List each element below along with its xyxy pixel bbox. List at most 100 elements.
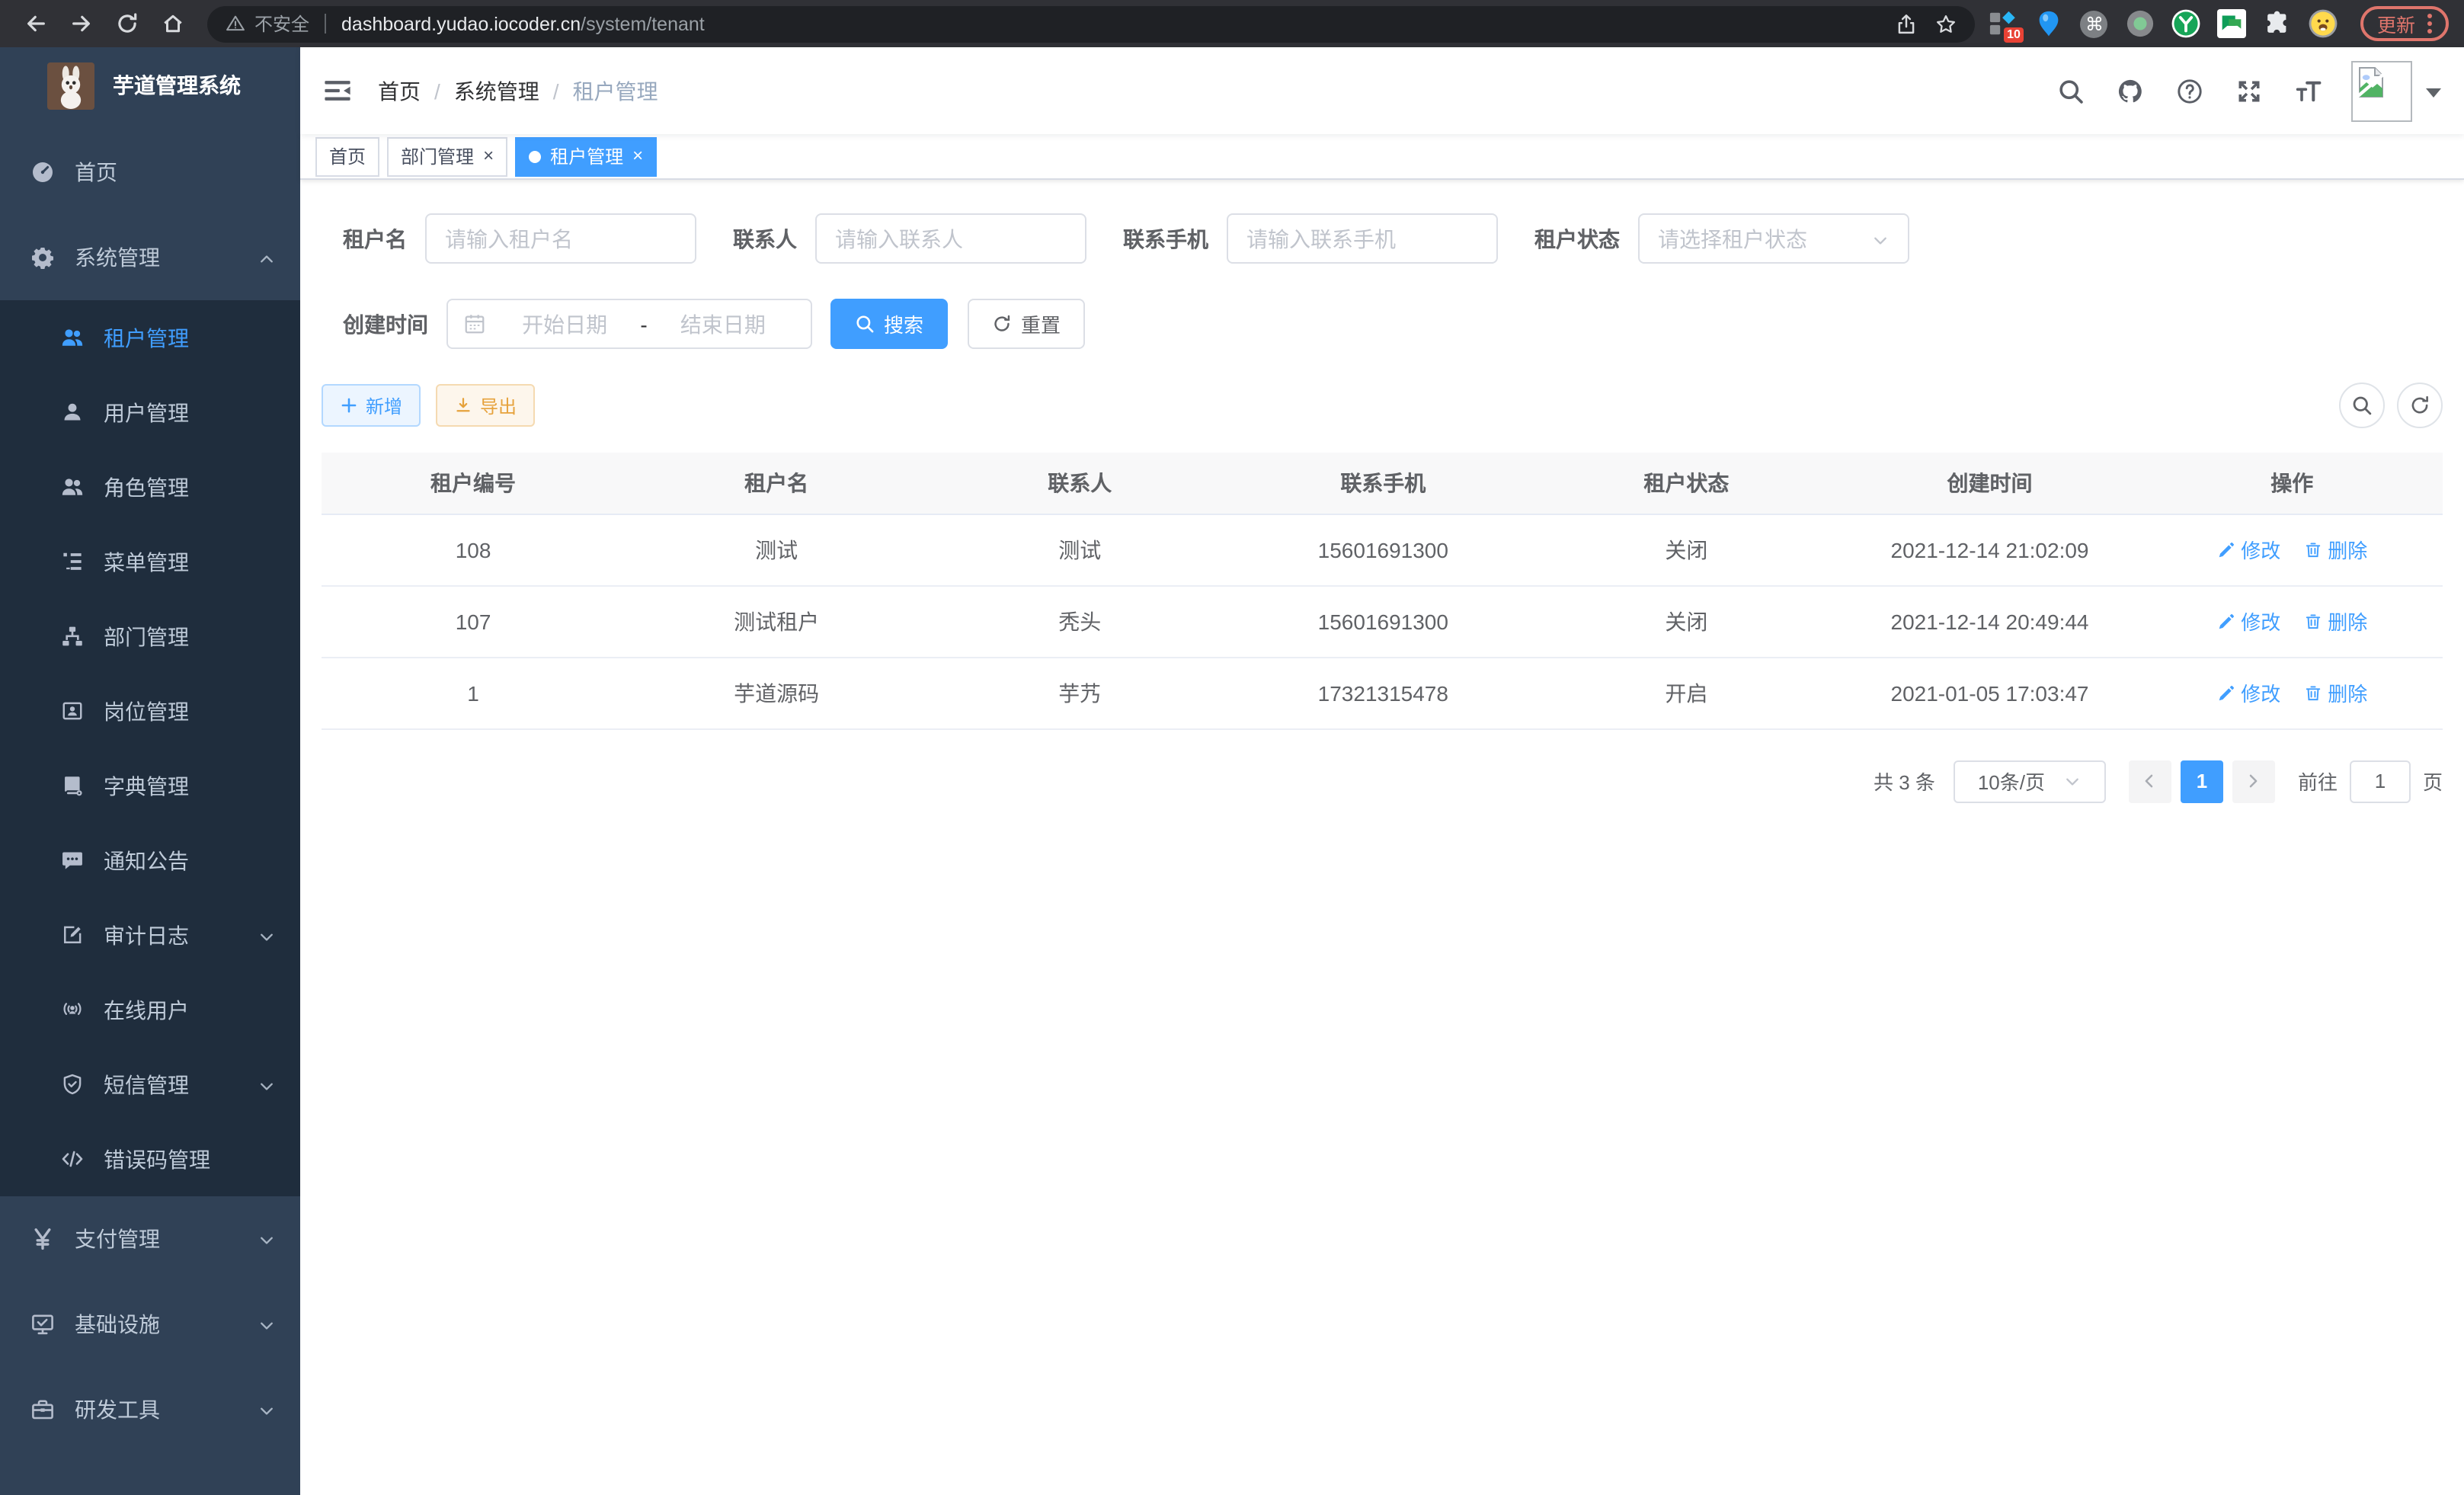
avatar[interactable]	[2351, 60, 2412, 121]
font-size-icon[interactable]	[2295, 77, 2322, 104]
date-range-picker[interactable]: 开始日期 - 结束日期	[446, 299, 812, 349]
cell-name: 测试租户	[625, 585, 928, 657]
browser-forward-icon[interactable]	[66, 8, 96, 39]
tab-首页[interactable]: 首页	[315, 136, 379, 176]
share-icon[interactable]	[1896, 13, 1917, 34]
sidebar-item-通知公告[interactable]: 通知公告	[0, 823, 300, 898]
extension-record-icon[interactable]	[2126, 9, 2155, 38]
help-icon[interactable]	[2176, 77, 2203, 104]
browser-menu-icon[interactable]	[2427, 14, 2432, 34]
gear-icon	[30, 245, 55, 270]
tenant-table: 租户编号租户名联系人联系手机租户状态创建时间操作 108测试测试15601691…	[322, 453, 2443, 729]
refresh-icon	[2409, 395, 2430, 416]
search-icon[interactable]	[2057, 77, 2085, 104]
sidebar-item-短信管理[interactable]: 短信管理	[0, 1047, 300, 1122]
tenant-name-input[interactable]: 请输入租户名	[425, 213, 696, 264]
extension-command-icon[interactable]: ⌘	[2080, 9, 2109, 38]
add-button[interactable]: 新增	[322, 384, 421, 427]
browser-toolbar: 不安全 dashboard.yudao.iocoder.cn /system/t…	[0, 0, 2464, 47]
edit-link[interactable]: 修改	[2216, 678, 2280, 707]
cell-status: 关闭	[1534, 514, 1838, 585]
sidebar-item-错误码管理[interactable]: 错误码管理	[0, 1122, 300, 1196]
avatar-caret-icon[interactable]	[2426, 88, 2441, 105]
next-page-button[interactable]	[2232, 760, 2275, 802]
breadcrumb: 首页/系统管理/租户管理	[378, 75, 658, 106]
breadcrumb-item[interactable]: 首页	[378, 75, 421, 106]
search-button[interactable]: 搜索	[830, 299, 948, 349]
cell-contact: 芋艿	[928, 657, 1231, 728]
prev-page-button[interactable]	[2129, 760, 2171, 802]
export-button[interactable]: 导出	[436, 384, 535, 427]
sidebar-item-首页[interactable]: 首页	[0, 130, 300, 215]
sidebar-item-支付管理[interactable]: 支付管理	[0, 1196, 300, 1282]
table-row: 107测试租户秃头15601691300关闭2021-12-14 20:49:4…	[322, 585, 2443, 657]
github-icon[interactable]	[2117, 77, 2144, 104]
contact-input[interactable]: 请输入联系人	[815, 213, 1086, 264]
app-logo-row[interactable]: 芋道管理系统	[0, 47, 300, 123]
sidebar-item-label: 首页	[75, 157, 276, 187]
sidebar-menu: 首页系统管理租户管理用户管理角色管理菜单管理部门管理岗位管理字典管理通知公告审计…	[0, 123, 300, 1495]
app-title: 芋道管理系统	[113, 70, 241, 101]
cell-id: 108	[322, 514, 625, 585]
sidebar-item-研发工具[interactable]: 研发工具	[0, 1367, 300, 1452]
sidebar-item-岗位管理[interactable]: 岗位管理	[0, 674, 300, 748]
delete-link[interactable]: 删除	[2303, 678, 2367, 707]
close-icon[interactable]: ×	[632, 146, 643, 166]
sidebar-item-字典管理[interactable]: 字典管理	[0, 748, 300, 823]
extension-chat-icon[interactable]	[2217, 9, 2246, 38]
sidebar-item-label: 支付管理	[75, 1224, 258, 1254]
delete-link[interactable]: 删除	[2303, 607, 2367, 635]
browser-reload-icon[interactable]	[111, 8, 142, 39]
extension-y-icon[interactable]	[2171, 9, 2200, 38]
page-1-button[interactable]: 1	[2181, 760, 2223, 802]
sidebar-collapse-icon[interactable]	[323, 76, 352, 105]
edit-icon	[2216, 612, 2235, 630]
close-icon[interactable]: ×	[483, 146, 494, 166]
extension-balloon-icon[interactable]	[2034, 9, 2063, 38]
page-unit: 页	[2423, 767, 2443, 796]
extension-grid-icon[interactable]: 10	[1989, 9, 2018, 38]
fullscreen-icon[interactable]	[2235, 77, 2263, 104]
dict-icon	[61, 774, 84, 797]
profile-avatar-icon[interactable]	[2309, 9, 2338, 38]
sidebar-item-角色管理[interactable]: 角色管理	[0, 450, 300, 524]
refresh-table-button[interactable]	[2397, 383, 2443, 428]
address-bar[interactable]: 不安全 dashboard.yudao.iocoder.cn /system/t…	[207, 5, 1975, 42]
reset-button[interactable]: 重置	[968, 299, 1085, 349]
sidebar-item-用户管理[interactable]: 用户管理	[0, 375, 300, 450]
users-icon	[61, 475, 84, 498]
sidebar-item-基础设施[interactable]: 基础设施	[0, 1282, 300, 1367]
sidebar-item-审计日志[interactable]: 审计日志	[0, 898, 300, 972]
goto-page-input[interactable]: 1	[2350, 760, 2411, 802]
column-header: 联系手机	[1231, 453, 1534, 514]
edit-link[interactable]: 修改	[2216, 535, 2280, 564]
cell-actions: 修改删除	[2142, 585, 2443, 657]
bookmark-star-icon[interactable]	[1935, 13, 1957, 34]
org-icon	[61, 625, 84, 648]
edit-link[interactable]: 修改	[2216, 607, 2280, 635]
sidebar-item-租户管理[interactable]: 租户管理	[0, 300, 300, 375]
sidebar-item-菜单管理[interactable]: 菜单管理	[0, 524, 300, 599]
sidebar-item-系统管理[interactable]: 系统管理	[0, 215, 300, 300]
cell-mobile: 15601691300	[1231, 585, 1534, 657]
tab-部门管理[interactable]: 部门管理×	[387, 136, 507, 176]
pagination: 共 3 条 10条/页 1 前往 1 页	[322, 760, 2443, 802]
tree-icon	[61, 550, 84, 573]
sidebar-item-在线用户[interactable]: 在线用户	[0, 972, 300, 1047]
browser-update-button[interactable]: 更新	[2360, 6, 2449, 41]
post-icon	[61, 699, 84, 722]
show-search-button[interactable]	[2339, 383, 2385, 428]
browser-back-icon[interactable]	[20, 8, 50, 39]
browser-home-icon[interactable]	[157, 8, 187, 39]
page-size-select[interactable]: 10条/页	[1954, 760, 2106, 802]
cell-contact: 秃头	[928, 585, 1231, 657]
navbar: 首页/系统管理/租户管理	[300, 47, 2464, 134]
delete-link[interactable]: 删除	[2303, 535, 2367, 564]
sidebar-item-label: 字典管理	[104, 770, 276, 801]
status-select[interactable]: 请选择租户状态	[1638, 213, 1909, 264]
extensions-puzzle-icon[interactable]	[2263, 9, 2292, 38]
tab-租户管理[interactable]: 租户管理×	[515, 136, 657, 176]
breadcrumb-item[interactable]: 系统管理	[454, 75, 539, 106]
mobile-input[interactable]: 请输入联系手机	[1227, 213, 1498, 264]
sidebar-item-部门管理[interactable]: 部门管理	[0, 599, 300, 674]
